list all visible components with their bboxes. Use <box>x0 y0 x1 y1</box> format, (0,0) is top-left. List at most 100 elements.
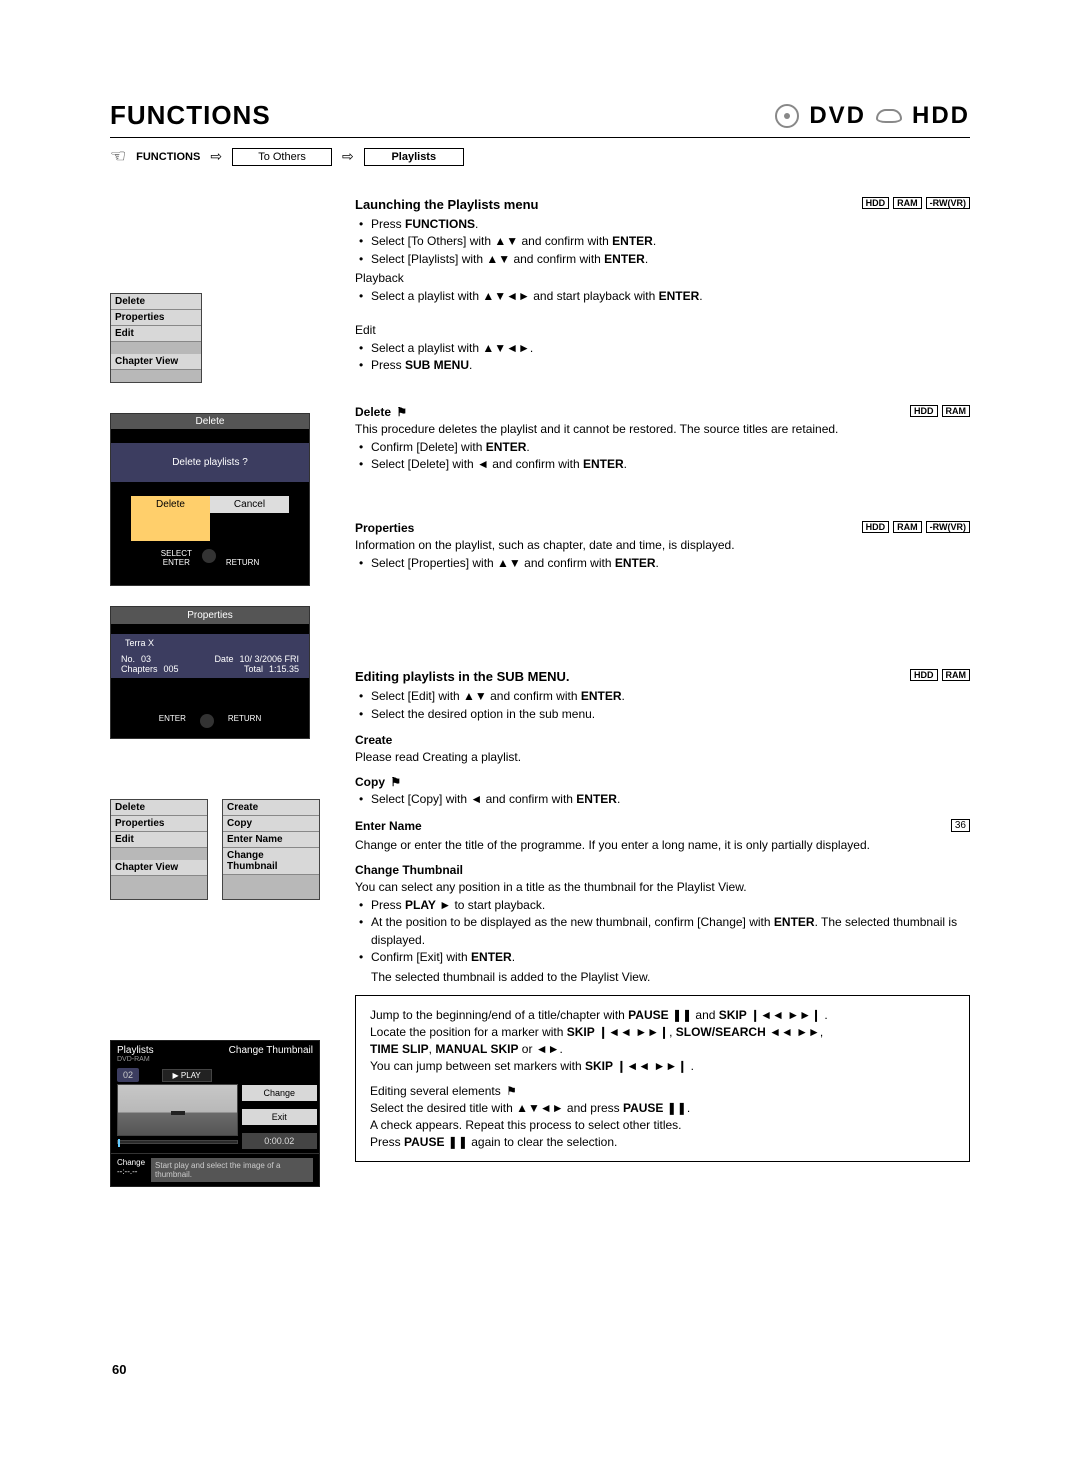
h-enter-name: Enter Name <box>355 819 970 833</box>
note-box: Jump to the beginning/end of a title/cha… <box>355 995 970 1163</box>
dialog-title: Delete <box>111 414 309 429</box>
change-thumbnail-panel: Playlists DVD-RAM Change Thumbnail 02 ▶ … <box>110 1040 320 1187</box>
tag-hdd: HDD <box>910 669 938 681</box>
step: Confirm [Exit] with ENTER. <box>355 949 970 966</box>
prop-date-value: 10/ 3/2006 FRI <box>239 654 299 664</box>
joystick-icon <box>200 714 214 728</box>
step: Press SUB MENU. <box>355 357 970 374</box>
media-badges: DVD HDD <box>775 102 970 130</box>
menu-item-properties[interactable]: Properties <box>111 816 207 832</box>
tag-hdd: HDD <box>862 197 890 209</box>
thumb-change-button[interactable]: Change <box>242 1085 317 1101</box>
context-menu-1: Delete Properties Edit Chapter View <box>110 293 202 383</box>
tag-hdd: HDD <box>910 405 938 417</box>
menu-item-copy[interactable]: Copy <box>223 816 319 832</box>
prop-total-label: Total <box>244 664 263 674</box>
menu-item-enter-name[interactable]: Enter Name <box>223 832 319 848</box>
hand-icon: ☞ <box>110 146 126 167</box>
tag-hdd: HDD <box>862 521 890 533</box>
page-title: FUNCTIONS <box>110 100 271 131</box>
menu-item-chapter-view[interactable]: Chapter View <box>111 354 201 370</box>
h-delete: Delete <box>355 405 970 419</box>
menu-item-chapter-view[interactable]: Chapter View <box>111 860 207 876</box>
step: Select [Edit] with ▲▼ and confirm with E… <box>355 688 970 705</box>
p-ct4: The selected thumbnail is added to the P… <box>355 969 970 985</box>
menu-item-edit[interactable]: Edit <box>111 832 207 848</box>
p-enter-name: Change or enter the title of the program… <box>355 837 970 853</box>
step: Select [Playlists] with ▲▼ and confirm w… <box>355 251 970 268</box>
right-column: HDD RAM -RW(VR) Launching the Playlists … <box>355 197 970 1190</box>
tag-ram: RAM <box>942 669 971 681</box>
thumbnail-progress[interactable] <box>117 1140 238 1144</box>
page-number: 60 <box>112 1362 126 1377</box>
prop-total-value: 1:15.35 <box>269 664 299 674</box>
step: Select [To Others] with ▲▼ and confirm w… <box>355 233 970 250</box>
step: Select [Properties] with ▲▼ and confirm … <box>355 555 970 572</box>
properties-panel: Properties Terra X No. 03 Date 10/ 3/200… <box>110 606 310 739</box>
step: Select [Copy] with ◄ and confirm with EN… <box>355 791 970 808</box>
p-create: Please read Creating a playlist. <box>355 749 970 765</box>
joystick-icon <box>202 549 216 563</box>
flag-icon <box>394 405 407 419</box>
thumb-hdr-left2: DVD-RAM <box>117 1056 154 1063</box>
dvd-label: DVD <box>809 102 866 130</box>
prop-ch-label: Chapters <box>121 664 158 674</box>
h-change-thumb: Change Thumbnail <box>355 863 970 877</box>
delete-dialog: Delete Delete playlists ? Delete Cancel … <box>110 413 310 586</box>
thumb-time: 0:00.02 <box>242 1133 317 1149</box>
menu-item-delete[interactable]: Delete <box>111 294 201 310</box>
prop-date-label: Date <box>214 654 233 664</box>
crumb-root: FUNCTIONS <box>136 151 200 163</box>
step: Select a playlist with ▲▼◄►. <box>355 340 970 357</box>
prop-no-label: No. <box>121 654 135 664</box>
hint-time-label: --:--.-- <box>117 1167 145 1176</box>
dialog-cancel-button[interactable]: Cancel <box>210 496 289 513</box>
section-delete: HDD RAM Delete This procedure deletes th… <box>355 405 970 476</box>
hint-desc: Start play and select the image of a thu… <box>151 1158 313 1182</box>
tag-ram: RAM <box>942 405 971 417</box>
note-line: You can jump between set markers with SK… <box>370 1058 955 1074</box>
dvd-icon <box>775 104 799 128</box>
step: Select [Delete] with ◄ and confirm with … <box>355 456 970 473</box>
h-create: Create <box>355 733 970 747</box>
thumb-hdr-right: Change Thumbnail <box>229 1045 313 1056</box>
step: Press FUNCTIONS. <box>355 216 970 233</box>
page-ref-36: 36 <box>951 819 970 832</box>
step: At the position to be displayed as the n… <box>355 914 970 949</box>
note-line: Select the desired title with ▲▼◄► and p… <box>370 1100 955 1116</box>
header-rule <box>110 137 970 138</box>
context-menu-2b: Create Copy Enter Name Change Thumbnail <box>222 799 320 900</box>
flag-icon <box>388 775 401 789</box>
h-copy: Copy <box>355 775 970 789</box>
flag-icon <box>504 1084 517 1098</box>
tag-ram: RAM <box>893 197 922 209</box>
menu-item-properties[interactable]: Properties <box>111 310 201 326</box>
enter-label: ENTER <box>163 558 190 567</box>
section-launching: HDD RAM -RW(VR) Launching the Playlists … <box>355 197 970 377</box>
return-label: RETURN <box>228 714 261 728</box>
thumb-play-label: ▶ PLAY <box>162 1069 212 1082</box>
note-line: Press PAUSE ❚❚ again to clear the select… <box>370 1134 955 1150</box>
sub-playback: Playback <box>355 270 970 286</box>
h-editing: Editing playlists in the SUB MENU. <box>355 669 970 684</box>
context-menu-pair: Delete Properties Edit Chapter View Crea… <box>110 799 320 900</box>
return-label: RETURN <box>226 558 259 567</box>
dialog-delete-button[interactable]: Delete <box>131 496 210 541</box>
prop-ch-value: 005 <box>164 664 179 674</box>
note-line: A check appears. Repeat this process to … <box>370 1117 955 1133</box>
menu-item-create[interactable]: Create <box>223 800 319 816</box>
menu-item-change-thumbnail[interactable]: Change Thumbnail <box>223 848 319 875</box>
p-change-thumb: You can select any position in a title a… <box>355 879 970 895</box>
breadcrumb: ☞ FUNCTIONS ⇨ To Others ⇨ Playlists <box>110 146 970 167</box>
thumb-exit-button[interactable]: Exit <box>242 1109 317 1125</box>
menu-item-edit[interactable]: Edit <box>111 326 201 342</box>
note-line: Editing several elements <box>370 1083 955 1099</box>
menu-item-delete[interactable]: Delete <box>111 800 207 816</box>
arrow-icon: ⇨ <box>210 148 222 165</box>
note-line: Jump to the beginning/end of a title/cha… <box>370 1007 955 1023</box>
thumbnail-image <box>117 1084 238 1136</box>
step: Select the desired option in the sub men… <box>355 706 970 723</box>
page-header: FUNCTIONS DVD HDD <box>110 100 970 131</box>
crumb-step1: To Others <box>232 148 332 166</box>
note-line: TIME SLIP, MANUAL SKIP or ◄►. <box>370 1041 955 1057</box>
